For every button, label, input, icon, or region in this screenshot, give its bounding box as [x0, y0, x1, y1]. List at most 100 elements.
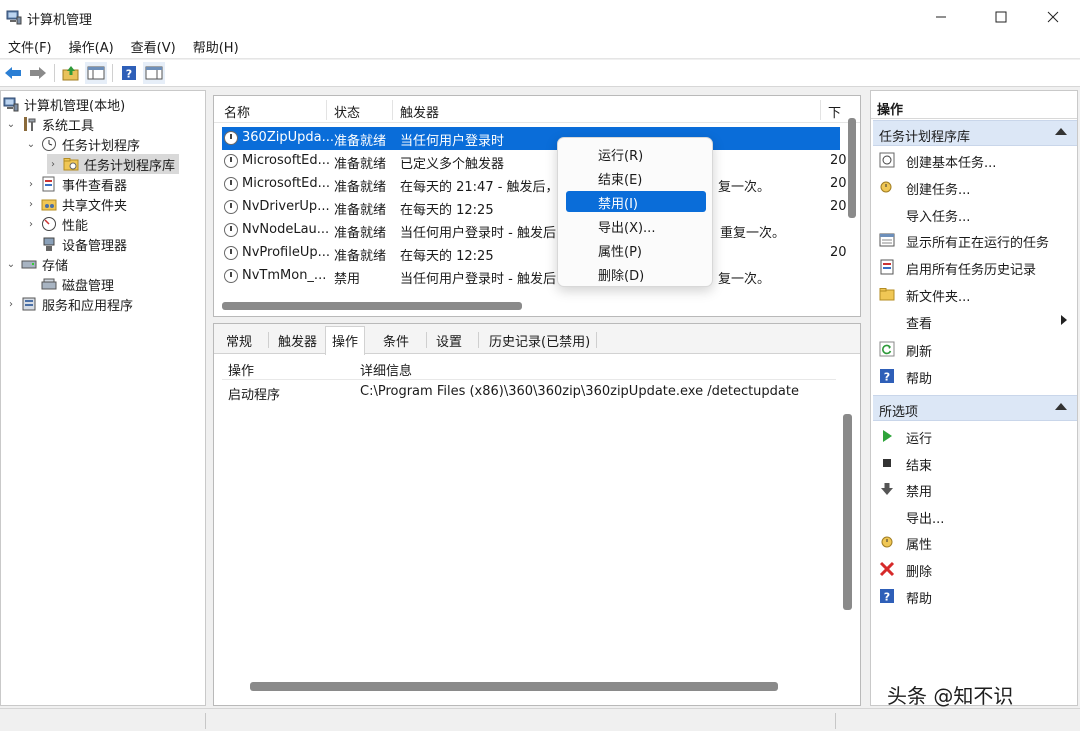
menu-item-delete[interactable]: 删除(D) — [566, 263, 706, 284]
tab-conditions[interactable]: 条件 — [383, 331, 409, 350]
chevron-down-icon[interactable]: ⌄ — [25, 139, 37, 150]
tree-item-storage[interactable]: ⌄ 存储 — [5, 254, 68, 274]
chevron-right-icon[interactable]: › — [5, 299, 17, 310]
clock-icon — [224, 246, 238, 260]
tree-item-shared-folders[interactable]: › 共享文件夹 — [25, 194, 127, 214]
chevron-right-icon[interactable]: › — [25, 179, 37, 190]
tree-item-label: 磁盘管理 — [62, 278, 115, 294]
action-show-running-tasks[interactable]: 显示所有正在运行的任务 — [879, 228, 1073, 252]
menu-help[interactable]: 帮助(H) — [189, 37, 243, 56]
minimize-button[interactable] — [918, 0, 964, 34]
chevron-down-icon[interactable]: ⌄ — [5, 259, 17, 270]
up-button[interactable] — [60, 62, 82, 84]
tree-item-system-tools[interactable]: ⌄ 系统工具 — [5, 114, 94, 134]
tree-item-task-scheduler[interactable]: ⌄ 任务计划程序 — [25, 134, 140, 154]
tree-item-label: 性能 — [62, 218, 89, 234]
column-status[interactable]: 状态 — [334, 102, 360, 121]
table-row[interactable]: NvDriverUp... 准备就绪 在每天的 12:25 20 — [222, 196, 847, 219]
show-pane-button[interactable] — [85, 62, 107, 84]
table-row[interactable]: NvTmMon_... 禁用 当任何用户登录时 - 触发后 复一次。 — [222, 265, 842, 288]
chevron-right-icon[interactable]: › — [47, 159, 59, 170]
chevron-right-icon[interactable]: › — [25, 199, 37, 210]
help-button[interactable]: ? — [118, 62, 140, 84]
vertical-scrollbar[interactable] — [848, 118, 856, 218]
menu-item-export[interactable]: 导出(X)... — [566, 215, 706, 236]
tree-item-computer-management[interactable]: 计算机管理(本地) — [3, 94, 125, 114]
action-properties[interactable]: 属性 — [879, 530, 1073, 554]
action-refresh[interactable]: 刷新 — [879, 337, 1073, 361]
forward-button[interactable] — [27, 62, 49, 84]
menu-item-properties[interactable]: 属性(P) — [566, 239, 706, 260]
table-row[interactable]: 360ZipUpda... 准备就绪 当任何用户登录时 — [222, 127, 840, 150]
table-row[interactable]: 启动程序 C:\Program Files (x86)\360\360zip\3… — [222, 381, 836, 405]
table-row[interactable]: NvNodeLau... 准备就绪 当任何用户登录时 - 触发后 重复一次。 — [222, 219, 842, 242]
tree-item-disk-management[interactable]: 磁盘管理 — [41, 274, 114, 294]
tree-item-label: 服务和应用程序 — [42, 298, 134, 314]
back-button[interactable] — [2, 62, 24, 84]
tree-item-event-viewer[interactable]: › 事件查看器 — [25, 174, 127, 194]
column-action[interactable]: 操作 — [228, 360, 254, 379]
column-name[interactable]: 名称 — [224, 102, 250, 121]
tree-item-device-manager[interactable]: 设备管理器 — [41, 234, 127, 254]
hide-pane-button[interactable] — [143, 62, 165, 84]
create-basic-task-icon — [879, 152, 895, 168]
folder-icon — [63, 158, 79, 171]
section-task-library[interactable]: 任务计划程序库 — [873, 120, 1077, 146]
horizontal-scrollbar[interactable] — [222, 302, 522, 310]
tree-item-task-scheduler-library[interactable]: › 任务计划程序库 — [47, 154, 180, 174]
tab-settings[interactable]: 设置 — [436, 331, 462, 350]
action-end[interactable]: 结束 — [879, 451, 1073, 475]
table-row[interactable]: NvProfileUp... 准备就绪 在每天的 12:25 20 — [222, 242, 847, 265]
column-trigger[interactable]: 触发器 — [400, 102, 439, 121]
menu-file[interactable]: 文件(F) — [4, 37, 56, 56]
action-import-task[interactable]: 导入任务... — [879, 202, 1073, 226]
section-selected-item[interactable]: 所选项 — [873, 395, 1077, 421]
table-row[interactable]: MicrosoftEd... 准备就绪 在每天的 21:47 - 触发后， 复一… — [222, 173, 847, 196]
chevron-down-icon[interactable]: ⌄ — [5, 119, 17, 130]
action-new-folder[interactable]: 新文件夹... — [879, 282, 1073, 306]
hide-pane-icon — [145, 66, 163, 80]
menu-item-disable[interactable]: 禁用(I) — [566, 191, 706, 212]
action-export[interactable]: 导出... — [879, 504, 1073, 528]
forward-arrow-icon — [30, 67, 46, 79]
action-delete[interactable]: 删除 — [879, 557, 1073, 581]
action-view[interactable]: 查看 — [879, 309, 1073, 333]
table-row[interactable]: MicrosoftEd... 准备就绪 已定义多个触发器 20 — [222, 150, 847, 173]
clock-icon — [224, 223, 238, 237]
menu-item-run[interactable]: 运行(R) — [566, 143, 706, 164]
tab-general[interactable]: 常规 — [226, 331, 252, 350]
tree-item-label: 计算机管理(本地) — [24, 98, 126, 114]
chevron-right-icon[interactable]: › — [25, 219, 37, 230]
action-run[interactable]: 运行 — [879, 424, 1073, 448]
device-manager-icon — [43, 237, 55, 251]
tree-item-label: 共享文件夹 — [62, 198, 128, 214]
clock-icon — [224, 200, 238, 214]
actions-pane-title: 操作 — [871, 91, 1077, 119]
tree-item-performance[interactable]: › 性能 — [25, 214, 88, 234]
performance-icon — [42, 217, 56, 231]
action-create-task[interactable]: 创建任务... — [879, 175, 1073, 199]
column-detail[interactable]: 详细信息 — [360, 360, 412, 379]
menu-view[interactable]: 查看(V) — [127, 37, 180, 56]
status-bar — [0, 708, 1080, 731]
horizontal-scrollbar[interactable] — [250, 682, 778, 691]
help-icon: ? — [122, 66, 136, 81]
collapse-icon[interactable] — [1055, 403, 1067, 410]
tab-history[interactable]: 历史记录(已禁用) — [489, 331, 590, 350]
tree-item-services-apps[interactable]: › 服务和应用程序 — [5, 294, 133, 314]
vertical-scrollbar[interactable] — [843, 414, 852, 610]
collapse-icon[interactable] — [1055, 128, 1067, 135]
menu-action[interactable]: 操作(A) — [65, 37, 118, 56]
action-disable[interactable]: 禁用 — [879, 477, 1073, 501]
action-help-selected[interactable]: ? 帮助 — [879, 584, 1073, 608]
close-button[interactable] — [1030, 0, 1076, 34]
tab-actions[interactable]: 操作 — [325, 326, 366, 355]
action-help[interactable]: ? 帮助 — [879, 364, 1073, 388]
action-create-basic-task[interactable]: 创建基本任务... — [879, 148, 1073, 172]
action-enable-history[interactable]: 启用所有任务历史记录 — [879, 255, 1073, 279]
tab-triggers[interactable]: 触发器 — [278, 331, 317, 350]
column-next-run[interactable]: 下 — [828, 102, 841, 121]
menu-item-end[interactable]: 结束(E) — [566, 167, 706, 188]
disk-icon — [41, 278, 57, 290]
maximize-button[interactable] — [978, 0, 1024, 34]
